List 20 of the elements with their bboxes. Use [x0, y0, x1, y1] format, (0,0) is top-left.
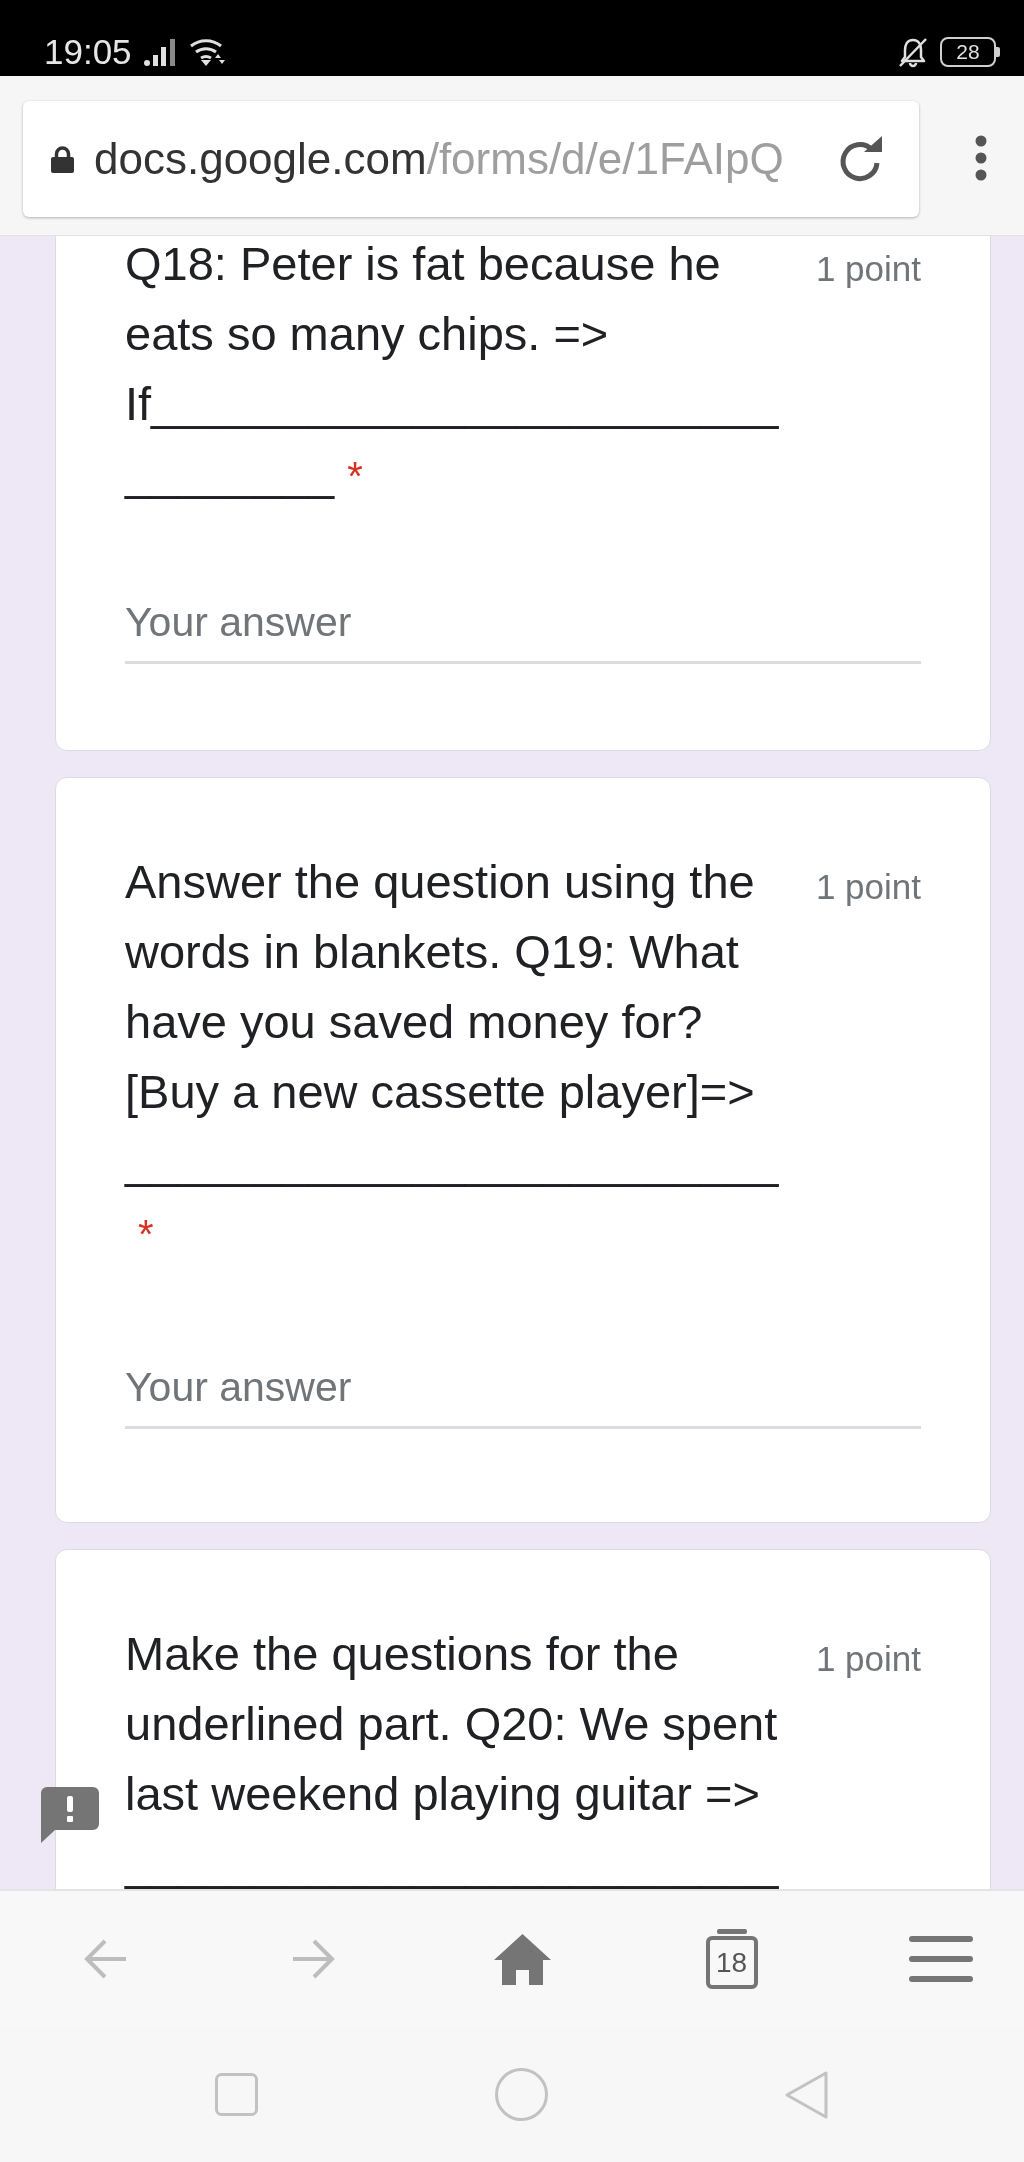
more-options-icon[interactable]: [975, 135, 987, 181]
url-text: docs.google.com/forms/d/e/1FAIpQ: [94, 134, 784, 184]
question-title: Q18: Peter is fat because he eats so many chips. => If________________________________ *: [125, 237, 779, 500]
menu-icon[interactable]: [908, 1936, 973, 1982]
points-label: 1 point: [815, 866, 921, 908]
signal-icon: [143, 38, 175, 66]
home-icon[interactable]: [494, 1933, 551, 1985]
points-label: 1 point: [815, 1638, 921, 1680]
battery-indicator: 28: [940, 37, 1000, 67]
question-title: Answer the question using the words in blankets. Q19: What have you saved money for? [Buy a new cassette player]=> _________________________ *: [125, 855, 779, 1258]
bell-off-icon: [898, 36, 928, 68]
answer-field[interactable]: Your answer: [125, 584, 921, 664]
clock-time: 19:05: [44, 32, 132, 72]
answer-field[interactable]: Your answer: [125, 1349, 921, 1429]
alert-bubble-icon[interactable]: [41, 1787, 99, 1843]
question-title: Make the questions for the underlined part. Q20: We spent last weekend playing guitar => _________________________: [125, 1627, 779, 1889]
points-label: 1 point: [815, 248, 921, 290]
lock-icon: [50, 145, 75, 173]
address-bar[interactable]: docs.google.com/forms/d/e/1FAIpQ: [23, 101, 919, 217]
wifi-icon: [188, 37, 226, 67]
